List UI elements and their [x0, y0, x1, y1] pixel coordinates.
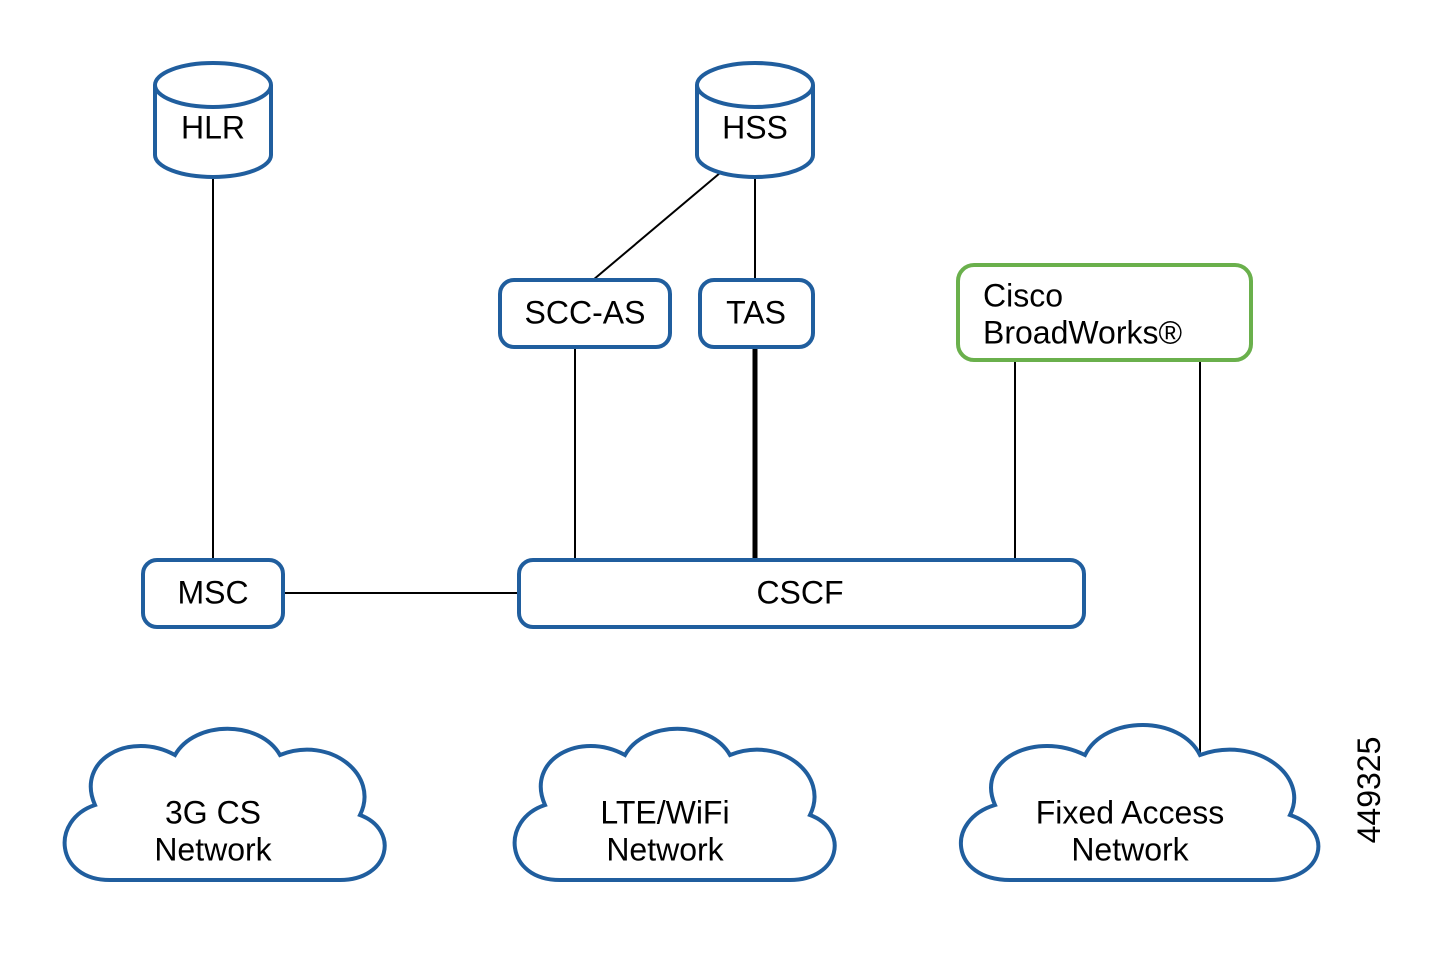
figure-id: 449325	[1351, 737, 1387, 844]
hlr-label: HLR	[181, 109, 245, 145]
broadworks-label-2: BroadWorks®	[983, 314, 1182, 350]
link-hss-sccas	[593, 173, 720, 280]
scc-as-label: SCC-AS	[525, 294, 646, 330]
scc-as-node: SCC-AS	[500, 280, 670, 347]
cloud-lte-label-1: LTE/WiFi	[600, 794, 729, 830]
network-diagram: HLR HSS SCC-AS TAS Cisco BroadWorks® MSC…	[0, 0, 1440, 962]
cscf-node: CSCF	[519, 560, 1084, 627]
cloud-3g-label-2: Network	[154, 831, 272, 867]
cloud-lte-wifi: LTE/WiFi Network	[515, 729, 835, 880]
cloud-fixed-access: Fixed Access Network	[961, 725, 1318, 880]
cloud-3g-label-1: 3G CS	[165, 794, 261, 830]
cloud-fixed-label-2: Network	[1071, 831, 1189, 867]
broadworks-node: Cisco BroadWorks®	[958, 265, 1251, 360]
hlr-node: HLR	[155, 63, 271, 177]
broadworks-label-1: Cisco	[983, 277, 1063, 313]
cloud-lte-label-2: Network	[606, 831, 724, 867]
connections	[213, 173, 1200, 760]
cloud-fixed-label-1: Fixed Access	[1036, 794, 1225, 830]
msc-node: MSC	[143, 560, 283, 627]
cloud-3g-cs: 3G CS Network	[65, 729, 385, 880]
tas-node: TAS	[700, 280, 813, 347]
cscf-label: CSCF	[756, 574, 843, 610]
hss-label: HSS	[722, 109, 788, 145]
hss-node: HSS	[697, 63, 813, 177]
tas-label: TAS	[726, 294, 786, 330]
msc-label: MSC	[177, 574, 248, 610]
